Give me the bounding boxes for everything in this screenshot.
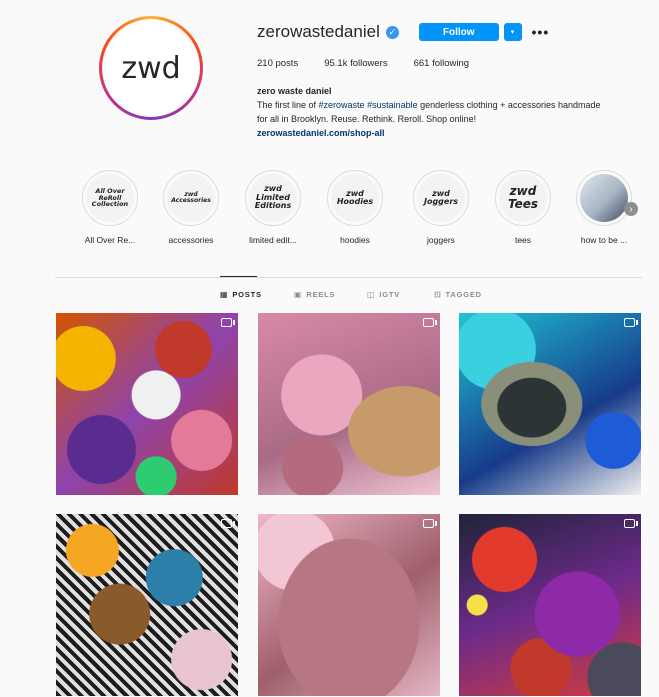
multiple-photos-icon [624,318,638,327]
profile-header: zerowastedaniel ✓ Follow ▾ ••• 210 posts… [257,20,657,140]
posts-count: 210 posts [257,58,299,69]
highlight-ring: zwd Joggers [413,170,469,226]
tab-label: IGTV [379,290,401,299]
story-highlights: All Over ReRoll Collection All Over Re..… [62,170,647,250]
chevron-right-icon[interactable]: › [624,202,638,216]
highlight-cover: zwd Hoodies [331,174,379,222]
profile-stats: 210 posts 95.1k followers 661 following [257,58,657,69]
highlight-cover: zwd Accessories [167,174,215,222]
multiple-photos-icon [221,318,235,327]
igtv-icon: ◫ [367,290,376,299]
verified-badge-icon: ✓ [385,25,399,39]
suggested-accounts-dropdown-icon[interactable]: ▾ [503,23,522,41]
highlight-ring: All Over ReRoll Collection [82,170,138,226]
highlight-cover: zwd Tees [499,174,547,222]
highlight-ring: zwd Accessories [163,170,219,226]
hashtag-link[interactable]: #sustainable [367,100,418,110]
avatar[interactable]: zwd [105,22,197,114]
tab-tagged[interactable]: ⊡ TAGGED [434,290,482,299]
post-thumbnail[interactable] [459,313,641,495]
highlight-label: how to be ... [580,235,628,245]
grid-icon: ▦ [220,290,229,299]
highlight-ring [576,170,632,226]
highlight-ring: zwd Limited Editions [245,170,301,226]
highlight-ring: zwd Tees [495,170,551,226]
hashtag-link[interactable]: #zerowaste [319,100,365,110]
website-link[interactable]: zerowastedaniel.com/shop-all [257,126,657,140]
bio-text: genderless clothing + accessories handma… [417,100,601,110]
post-thumbnail[interactable] [459,514,641,696]
highlight-cover: All Over ReRoll Collection [86,174,134,222]
followers-count[interactable]: 95.1k followers [324,58,387,69]
post-thumbnail[interactable] [56,514,238,696]
tab-igtv[interactable]: ◫ IGTV [367,290,400,299]
bio-text: The first line of [257,100,319,110]
highlight-cover: zwd Joggers [417,174,465,222]
active-tab-indicator [220,276,257,277]
tagged-icon: ⊡ [434,290,442,299]
profile-title-row: zerowastedaniel ✓ Follow ▾ ••• [257,20,657,44]
post-thumbnail[interactable] [56,313,238,495]
post-thumbnail[interactable] [258,514,440,696]
profile-bio: zero waste daniel The first line of #zer… [257,84,657,140]
highlight-cover: zwd Limited Editions [249,174,297,222]
multiple-photos-icon [624,519,638,528]
post-thumbnail[interactable] [258,313,440,495]
tabs-divider [55,277,642,278]
multiple-photos-icon [423,318,437,327]
follow-button[interactable]: Follow [418,23,499,41]
bio-line-1: The first line of #zerowaste #sustainabl… [257,98,657,112]
highlight-cover-photo [580,174,628,222]
reels-icon: ▣ [294,290,303,299]
tab-label: POSTS [232,290,262,299]
tab-reels[interactable]: ▣ REELS [294,290,335,299]
tab-label: REELS [306,290,336,299]
more-options-icon[interactable]: ••• [532,25,550,39]
profile-avatar-ring[interactable]: zwd [99,16,203,120]
following-count[interactable]: 661 following [414,58,469,69]
tab-posts[interactable]: ▦ POSTS [220,290,262,299]
highlight-ring: zwd Hoodies [327,170,383,226]
multiple-photos-icon [423,519,437,528]
full-name: zero waste daniel [257,86,332,96]
username: zerowastedaniel [257,22,380,41]
multiple-photos-icon [221,519,235,528]
tab-label: TAGGED [445,290,482,299]
bio-line-2: for all in Brooklyn. Reuse. Rethink. Rer… [257,114,477,124]
highlight-label: hoodies [340,235,370,245]
avatar-inner: zwd [102,19,200,117]
highlight-hoodies[interactable]: zwd Hoodies hoodies [307,170,403,245]
